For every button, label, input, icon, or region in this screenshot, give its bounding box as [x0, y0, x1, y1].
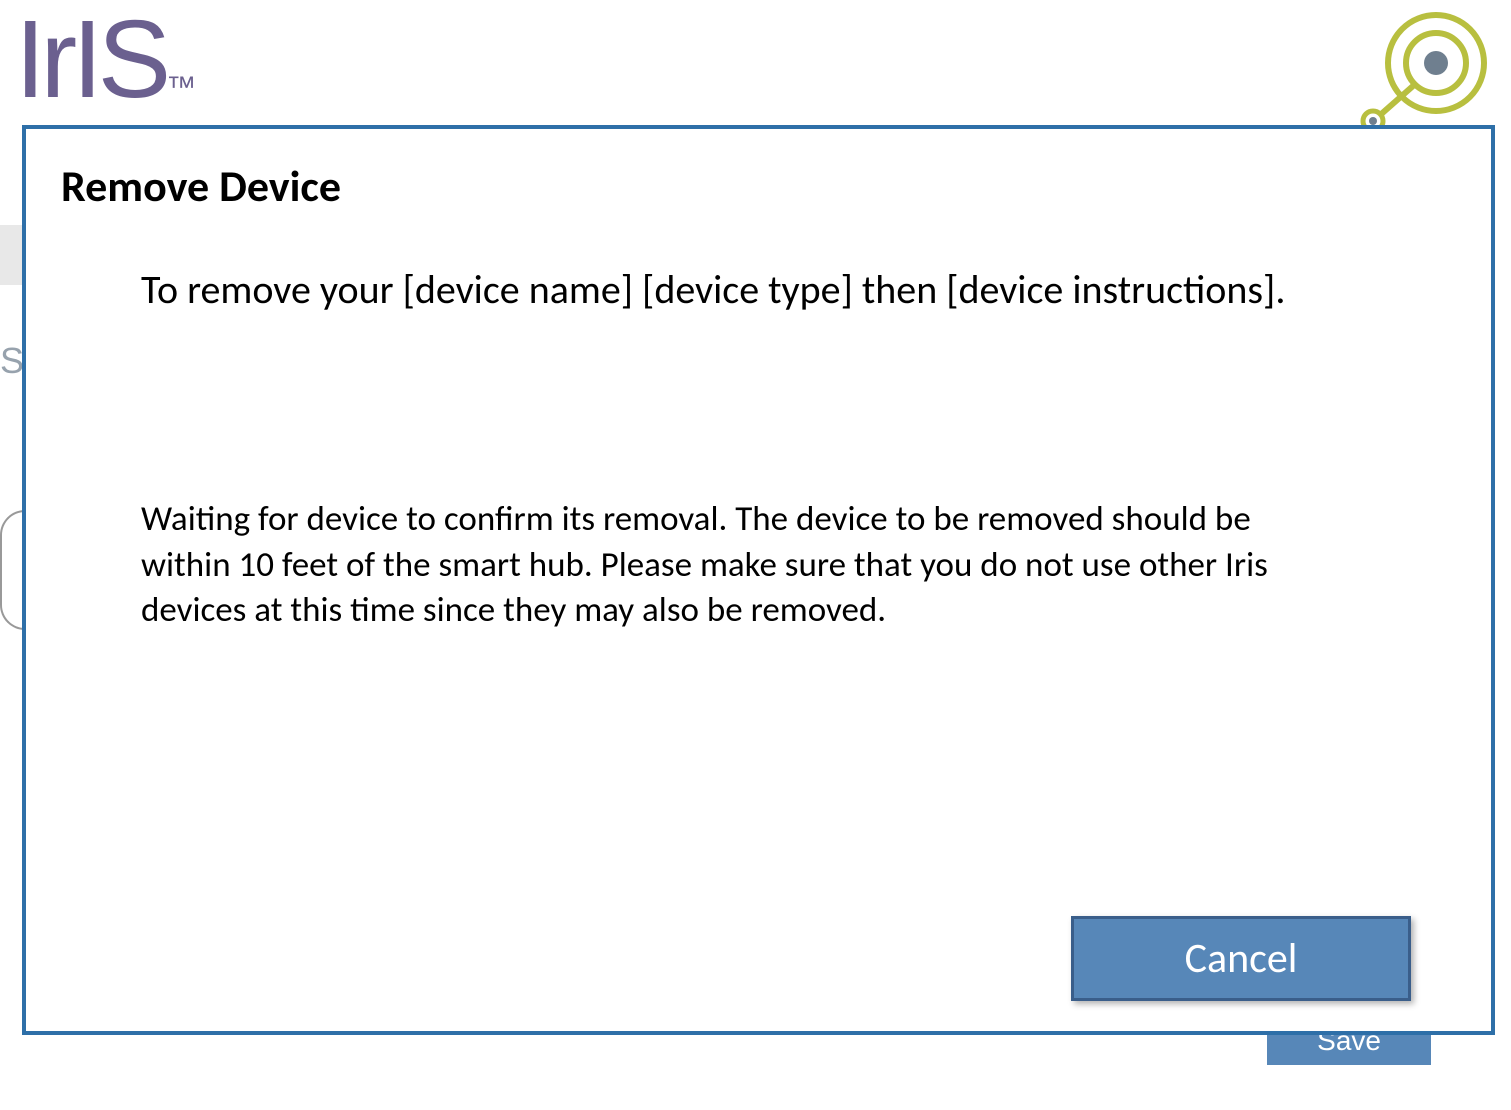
remove-device-modal: Remove Device To remove your [device nam…	[22, 125, 1495, 1035]
brand-name: IrIS	[15, 0, 166, 121]
instruction-text: To remove your [device name] [device typ…	[141, 263, 1441, 317]
waiting-text: Waiting for device to confirm its remova…	[141, 497, 1291, 634]
brand-logo: IrIS™	[15, 5, 191, 115]
cancel-button[interactable]: Cancel	[1071, 916, 1411, 1001]
modal-footer: Cancel	[56, 916, 1461, 1006]
background-letter: S	[0, 340, 24, 382]
modal-title: Remove Device	[56, 159, 1461, 213]
modal-body: To remove your [device name] [device typ…	[56, 263, 1461, 916]
brand-tm: ™	[166, 71, 191, 104]
